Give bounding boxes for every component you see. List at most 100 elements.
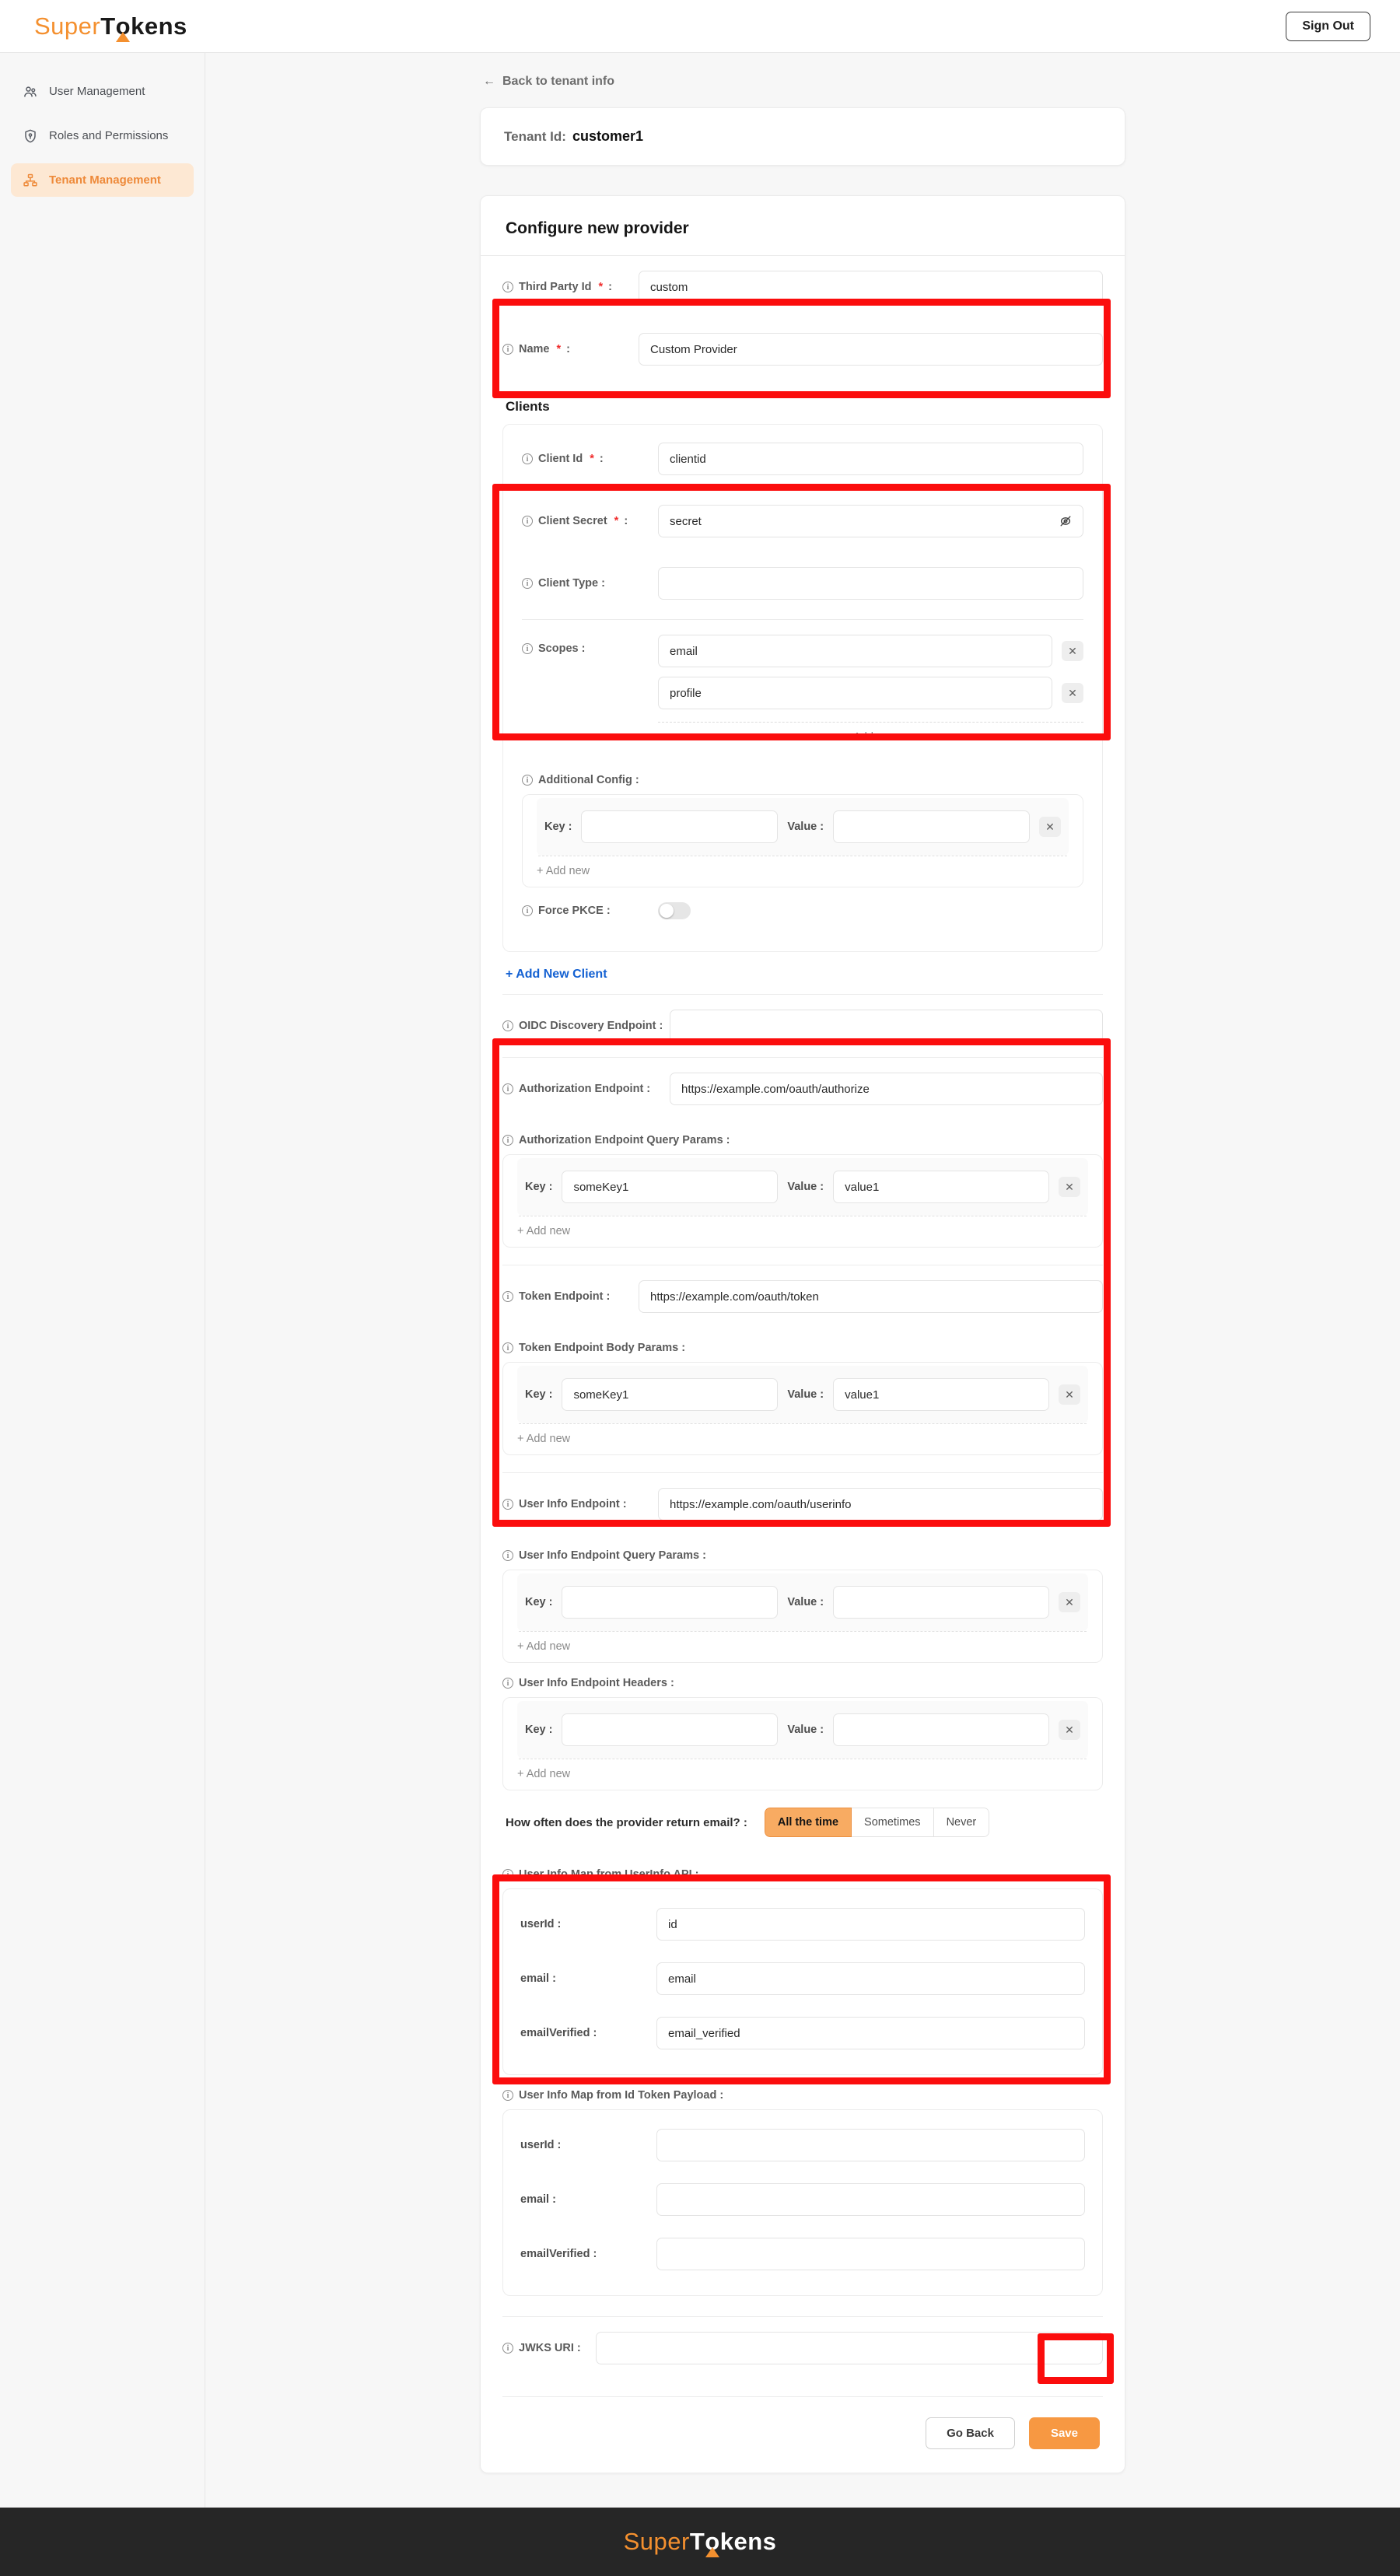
force-pkce-toggle[interactable]: [658, 902, 691, 919]
add-userinfo-param-button[interactable]: + Add new: [517, 1632, 570, 1654]
remove-userinfo-param-button[interactable]: ✕: [1059, 1592, 1080, 1612]
footer-logo-o-glyph: o: [705, 2528, 720, 2555]
footer-logo-t-char: T: [689, 2528, 705, 2555]
value-label: Value :: [787, 821, 824, 833]
info-icon[interactable]: i: [502, 344, 513, 355]
third-party-id-input[interactable]: [639, 271, 1103, 303]
map-emailverified-label: emailVerified :: [520, 2027, 597, 2039]
jwks-uri-input[interactable]: [596, 2332, 1103, 2364]
sign-out-button[interactable]: Sign Out: [1286, 11, 1370, 41]
info-icon[interactable]: i: [522, 775, 533, 786]
info-icon[interactable]: i: [502, 1342, 513, 1353]
idtoken-map-userid-input[interactable]: [656, 2129, 1085, 2161]
add-new-client-button[interactable]: + Add New Client: [502, 952, 607, 994]
provider-name-label: i Name * :: [502, 343, 639, 355]
remove-scope-button[interactable]: ✕: [1062, 641, 1083, 661]
add-token-param-button[interactable]: + Add new: [517, 1424, 570, 1447]
key-label: Key :: [525, 1724, 553, 1736]
remove-userinfo-header-button[interactable]: ✕: [1059, 1720, 1080, 1740]
auth-param-value-input[interactable]: [833, 1171, 1049, 1203]
user-info-map-userinfo-api-label: i User Info Map from UserInfo API :: [502, 1854, 1103, 1888]
idtoken-map-email-input[interactable]: [656, 2183, 1085, 2216]
user-info-query-params-box: Key : Value : ✕ + Add new: [502, 1570, 1103, 1663]
info-icon[interactable]: i: [522, 905, 533, 916]
sidebar-item-roles-and-permissions[interactable]: Roles and Permissions: [11, 119, 194, 152]
label-text: User Info Endpoint Headers :: [519, 1677, 674, 1689]
token-endpoint-label: i Token Endpoint :: [502, 1290, 639, 1303]
info-icon[interactable]: i: [502, 2090, 513, 2101]
info-icon[interactable]: i: [502, 1499, 513, 1510]
add-auth-param-button[interactable]: + Add new: [517, 1216, 570, 1239]
info-icon[interactable]: i: [502, 282, 513, 292]
email-frequency-option-all-the-time[interactable]: All the time: [764, 1808, 852, 1837]
info-icon[interactable]: i: [522, 453, 533, 464]
add-userinfo-header-button[interactable]: + Add new: [517, 1759, 570, 1782]
scope-input[interactable]: [658, 635, 1052, 667]
remove-token-param-button[interactable]: ✕: [1059, 1384, 1080, 1405]
label-text: User Info Endpoint :: [519, 1498, 627, 1510]
go-back-button[interactable]: Go Back: [926, 2417, 1015, 2449]
auth-param-key-input[interactable]: [562, 1171, 779, 1203]
userinfo-param-key-input[interactable]: [562, 1586, 779, 1619]
label-colon: :: [608, 281, 612, 293]
map-emailverified-input[interactable]: [656, 2017, 1085, 2049]
key-label: Key :: [525, 1388, 553, 1401]
scope-input[interactable]: [658, 677, 1052, 709]
config-key-input[interactable]: [581, 810, 779, 843]
remove-config-button[interactable]: ✕: [1039, 817, 1061, 837]
provider-name-input[interactable]: [639, 333, 1103, 366]
sidebar-item-label: Roles and Permissions: [49, 129, 169, 142]
info-icon[interactable]: i: [522, 578, 533, 589]
scope-item: ✕: [658, 677, 1083, 709]
token-endpoint-input[interactable]: [639, 1280, 1103, 1313]
info-icon[interactable]: i: [522, 516, 533, 527]
token-param-key-input[interactable]: [562, 1378, 779, 1411]
sidebar-item-tenant-management[interactable]: Tenant Management: [11, 163, 194, 197]
email-frequency-option-never[interactable]: Never: [933, 1808, 990, 1837]
email-frequency-option-sometimes[interactable]: Sometimes: [852, 1808, 934, 1837]
config-value-input[interactable]: [833, 810, 1030, 843]
configure-provider-card: Configure new provider i Third Party Id …: [480, 195, 1125, 2473]
token-param-value-input[interactable]: [833, 1378, 1049, 1411]
map-email-input[interactable]: [656, 1962, 1085, 1995]
info-icon[interactable]: i: [502, 1869, 513, 1880]
back-to-tenant-info-link[interactable]: ← Back to tenant info: [483, 75, 614, 89]
form-action-bar: Go Back Save: [481, 2397, 1125, 2473]
add-scope-button[interactable]: + Add new: [844, 723, 897, 745]
userinfo-param-value-input[interactable]: [833, 1586, 1049, 1619]
info-icon[interactable]: i: [502, 1020, 513, 1031]
user-info-endpoint-input[interactable]: [658, 1488, 1103, 1521]
force-pkce-row: i Force PKCE :: [522, 887, 1083, 934]
map-row: emailVerified :: [520, 2227, 1085, 2281]
sidebar-item-label: User Management: [49, 85, 145, 98]
label-text: Client Secret: [538, 515, 607, 527]
content-column: ← Back to tenant info Tenant Id: customer…: [480, 53, 1125, 2508]
userinfo-header-key-input[interactable]: [562, 1713, 779, 1746]
key-value-row: Key : Value : ✕: [537, 798, 1069, 856]
info-icon[interactable]: i: [502, 1291, 513, 1302]
remove-auth-param-button[interactable]: ✕: [1059, 1177, 1080, 1197]
add-config-button[interactable]: + Add new: [537, 856, 590, 879]
sidebar-item-user-management[interactable]: User Management: [11, 75, 194, 108]
info-icon[interactable]: i: [522, 643, 533, 654]
client-id-input[interactable]: [658, 443, 1083, 475]
client-type-input[interactable]: [658, 567, 1083, 600]
info-icon[interactable]: i: [502, 1678, 513, 1689]
user-info-map-id-token-label: i User Info Map from Id Token Payload :: [502, 2075, 1103, 2109]
userinfo-header-value-input[interactable]: [833, 1713, 1049, 1746]
info-icon[interactable]: i: [502, 1550, 513, 1561]
map-userid-input[interactable]: [656, 1908, 1085, 1941]
oidc-discovery-endpoint-input[interactable]: [670, 1010, 1103, 1042]
info-icon[interactable]: i: [502, 1083, 513, 1094]
info-icon[interactable]: i: [502, 2343, 513, 2354]
idtoken-map-userid-label: userId :: [520, 2139, 562, 2151]
eye-off-icon[interactable]: [1057, 513, 1074, 530]
client-secret-input[interactable]: [658, 505, 1083, 537]
label-text: Token Endpoint Body Params :: [519, 1342, 686, 1354]
idtoken-map-emailverified-input[interactable]: [656, 2238, 1085, 2270]
info-icon[interactable]: i: [502, 1135, 513, 1146]
authorization-endpoint-input[interactable]: [670, 1073, 1103, 1105]
remove-scope-button[interactable]: ✕: [1062, 683, 1083, 703]
scope-item: ✕: [658, 635, 1083, 667]
save-button[interactable]: Save: [1028, 2417, 1100, 2449]
